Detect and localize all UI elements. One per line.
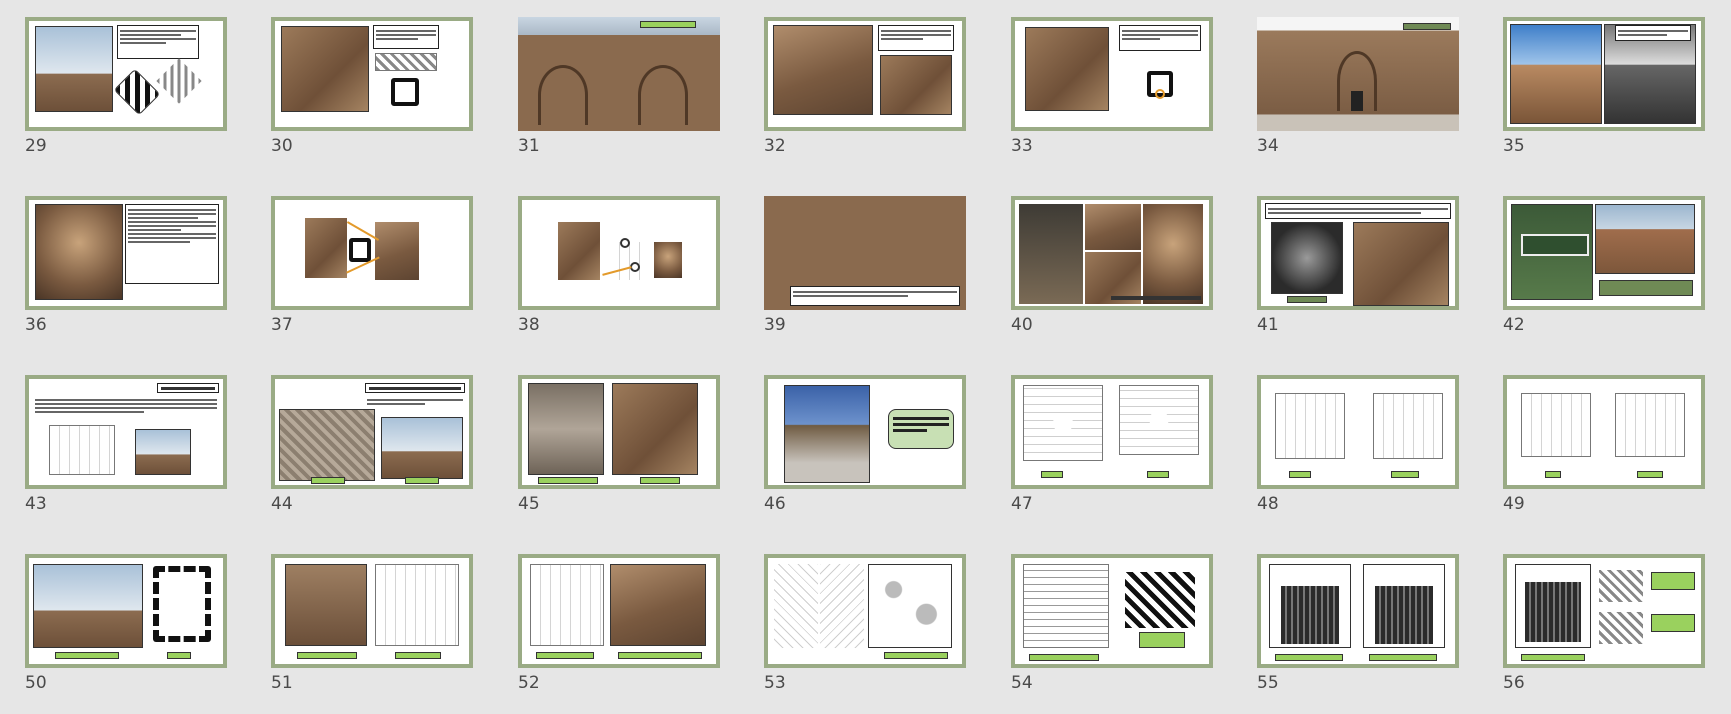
slide-45[interactable]: 45 xyxy=(518,375,720,535)
slide-thumbnail[interactable] xyxy=(1257,196,1459,310)
slide-thumbnail[interactable] xyxy=(1503,17,1705,131)
slide-number: 36 xyxy=(25,315,47,335)
slide-thumbnail[interactable] xyxy=(1257,554,1459,668)
slide-number: 50 xyxy=(25,673,47,693)
slide-number: 39 xyxy=(764,315,786,335)
slide-33[interactable]: 33 xyxy=(1011,17,1213,177)
slide-number: 42 xyxy=(1503,315,1525,335)
slide-43[interactable]: 43 xyxy=(25,375,227,535)
slide-thumbnail[interactable] xyxy=(1011,554,1213,668)
slide-label xyxy=(1403,23,1451,30)
slide-number: 49 xyxy=(1503,494,1525,514)
slide-number: 53 xyxy=(764,673,786,693)
slide-38[interactable]: 38 xyxy=(518,196,720,356)
slide-30[interactable]: 30 xyxy=(271,17,473,177)
slide-thumbnail[interactable] xyxy=(25,375,227,489)
slide-number: 45 xyxy=(518,494,540,514)
slide-number: 37 xyxy=(271,315,293,335)
slide-39[interactable]: 39 xyxy=(764,196,966,356)
slide-number: 32 xyxy=(764,136,786,156)
slide-number: 38 xyxy=(518,315,540,335)
slide-number: 52 xyxy=(518,673,540,693)
slide-thumbnail[interactable] xyxy=(1011,375,1213,489)
slide-thumbnail[interactable] xyxy=(518,17,720,131)
slide-thumbnail[interactable] xyxy=(1503,196,1705,310)
slide-42[interactable]: 42 xyxy=(1503,196,1705,356)
slide-thumbnail[interactable] xyxy=(1257,375,1459,489)
slide-title xyxy=(365,383,465,393)
slide-label xyxy=(1287,296,1327,303)
slide-34[interactable]: 34 xyxy=(1257,17,1459,177)
slide-number: 34 xyxy=(1257,136,1279,156)
slide-40[interactable]: 40 xyxy=(1011,196,1213,356)
slide-thumbnail[interactable] xyxy=(1503,375,1705,489)
slide-thumbnail[interactable] xyxy=(25,554,227,668)
slide-number: 33 xyxy=(1011,136,1033,156)
slide-48[interactable]: 48 xyxy=(1257,375,1459,535)
slide-thumbnail[interactable] xyxy=(764,375,966,489)
slide-55[interactable]: 55 xyxy=(1257,554,1459,714)
slide-number: 44 xyxy=(271,494,293,514)
slide-29[interactable]: 29 xyxy=(25,17,227,177)
slide-thumbnail[interactable] xyxy=(1011,17,1213,131)
slide-thumbnail[interactable] xyxy=(764,554,966,668)
slide-thumbnail[interactable] xyxy=(764,196,966,310)
slide-number: 30 xyxy=(271,136,293,156)
slide-37[interactable]: 37 xyxy=(271,196,473,356)
slide-number: 48 xyxy=(1257,494,1279,514)
slide-thumbnail[interactable] xyxy=(271,17,473,131)
slide-thumbnail[interactable] xyxy=(518,375,720,489)
slide-label xyxy=(640,21,696,28)
slide-number: 41 xyxy=(1257,315,1279,335)
slide-number: 47 xyxy=(1011,494,1033,514)
slide-thumbnail[interactable] xyxy=(518,196,720,310)
slide-52[interactable]: 52 xyxy=(518,554,720,714)
slide-number: 40 xyxy=(1011,315,1033,335)
slide-thumbnail[interactable] xyxy=(271,375,473,489)
slide-number: 29 xyxy=(25,136,47,156)
slide-thumbnail[interactable] xyxy=(1011,196,1213,310)
slide-51[interactable]: 51 xyxy=(271,554,473,714)
slide-number: 46 xyxy=(764,494,786,514)
slide-number: 56 xyxy=(1503,673,1525,693)
slide-41[interactable]: 41 xyxy=(1257,196,1459,356)
slide-number: 54 xyxy=(1011,673,1033,693)
slide-44[interactable]: 44 xyxy=(271,375,473,535)
slide-50[interactable]: 50 xyxy=(25,554,227,714)
slide-32[interactable]: 32 xyxy=(764,17,966,177)
slide-thumbnail[interactable] xyxy=(1503,554,1705,668)
slide-54[interactable]: 54 xyxy=(1011,554,1213,714)
slide-thumbnail[interactable] xyxy=(764,17,966,131)
slide-53[interactable]: 53 xyxy=(764,554,966,714)
slide-36[interactable]: 36 xyxy=(25,196,227,356)
slide-number: 51 xyxy=(271,673,293,693)
slide-thumbnail[interactable] xyxy=(271,554,473,668)
slide-number: 35 xyxy=(1503,136,1525,156)
slide-number: 31 xyxy=(518,136,540,156)
slide-label xyxy=(1599,280,1693,296)
slide-thumbnail[interactable] xyxy=(25,17,227,131)
slide-sorter-grid: 29 30 31 32 33 34 35 36 37 38 39 40 41 4… xyxy=(0,0,1731,703)
slide-title xyxy=(157,383,219,393)
slide-31[interactable]: 31 xyxy=(518,17,720,177)
slide-35[interactable]: 35 xyxy=(1503,17,1705,177)
slide-thumbnail[interactable] xyxy=(1257,17,1459,131)
slide-56[interactable]: 56 xyxy=(1503,554,1705,714)
slide-number: 43 xyxy=(25,494,47,514)
slide-49[interactable]: 49 xyxy=(1503,375,1705,535)
slide-thumbnail[interactable] xyxy=(271,196,473,310)
slide-number: 55 xyxy=(1257,673,1279,693)
slide-46[interactable]: 46 xyxy=(764,375,966,535)
slide-thumbnail[interactable] xyxy=(25,196,227,310)
slide-thumbnail[interactable] xyxy=(518,554,720,668)
slide-47[interactable]: 47 xyxy=(1011,375,1213,535)
